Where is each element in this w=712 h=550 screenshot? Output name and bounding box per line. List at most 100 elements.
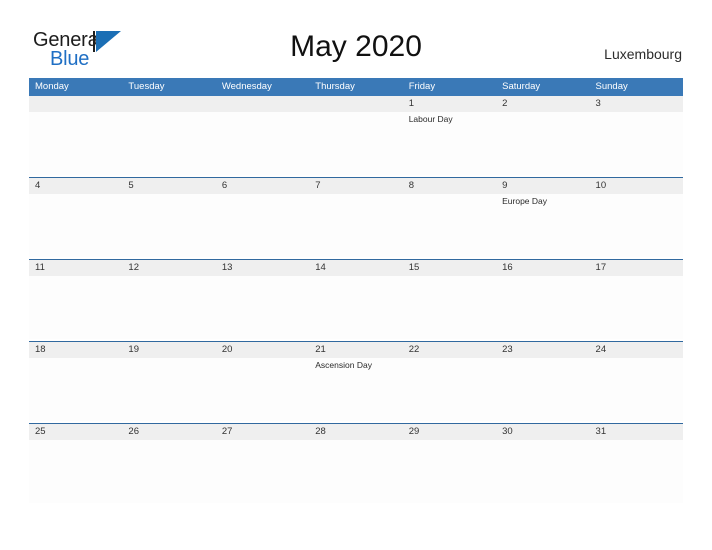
weekday-header-row: Monday Tuesday Wednesday Thursday Friday… bbox=[29, 78, 683, 96]
day-cell bbox=[309, 112, 402, 175]
calendar-week-row: 4 5 6 7 8 9 10 Europe Day bbox=[29, 177, 683, 259]
day-cell bbox=[29, 112, 122, 175]
day-cell[interactable] bbox=[216, 440, 309, 503]
day-number[interactable]: 19 bbox=[122, 342, 215, 358]
day-cell[interactable] bbox=[216, 358, 309, 421]
day-cell[interactable] bbox=[590, 112, 683, 175]
calendar-grid: Monday Tuesday Wednesday Thursday Friday… bbox=[29, 78, 683, 505]
day-number[interactable]: 15 bbox=[403, 260, 496, 276]
day-number[interactable]: 17 bbox=[590, 260, 683, 276]
day-cell[interactable] bbox=[403, 276, 496, 339]
holiday-event-label: Europe Day bbox=[502, 196, 547, 206]
day-cell[interactable] bbox=[122, 358, 215, 421]
day-cell bbox=[122, 112, 215, 175]
calendar-weeks: 1 2 3 Labour Day 4 5 6 7 8 9 10 Europe Day 11 12 13 14 1… bbox=[29, 96, 683, 505]
holiday-event-label: Ascension Day bbox=[315, 360, 372, 370]
day-number[interactable]: 10 bbox=[590, 178, 683, 194]
weekday-header-tuesday: Tuesday bbox=[128, 81, 165, 92]
day-cell bbox=[216, 112, 309, 175]
day-number[interactable]: 13 bbox=[216, 260, 309, 276]
page-header: General Blue May 2020 Luxembourg bbox=[0, 0, 712, 76]
weekday-header-thursday: Thursday bbox=[315, 81, 355, 92]
day-number[interactable]: 6 bbox=[216, 178, 309, 194]
day-number[interactable]: 31 bbox=[590, 424, 683, 440]
calendar-body-band bbox=[29, 440, 683, 503]
day-number[interactable]: 22 bbox=[403, 342, 496, 358]
day-number[interactable]: 9 bbox=[496, 178, 589, 194]
day-number[interactable]: 29 bbox=[403, 424, 496, 440]
day-number-empty bbox=[309, 96, 403, 112]
day-cell[interactable] bbox=[29, 276, 122, 339]
day-cell[interactable] bbox=[309, 194, 402, 257]
calendar-week-row: 18 19 20 21 22 23 24 Ascension Day bbox=[29, 341, 683, 423]
day-number-empty bbox=[122, 96, 216, 112]
day-number[interactable]: 12 bbox=[122, 260, 215, 276]
day-cell[interactable] bbox=[216, 276, 309, 339]
day-cell[interactable] bbox=[403, 440, 496, 503]
day-cell[interactable] bbox=[590, 358, 683, 421]
day-cell[interactable] bbox=[403, 358, 496, 421]
day-number[interactable]: 20 bbox=[216, 342, 309, 358]
day-number[interactable]: 3 bbox=[590, 96, 683, 112]
day-number[interactable]: 26 bbox=[122, 424, 215, 440]
day-number[interactable]: 24 bbox=[590, 342, 683, 358]
calendar-week-row: 1 2 3 Labour Day bbox=[29, 96, 683, 177]
day-cell[interactable] bbox=[122, 276, 215, 339]
weekday-header-saturday: Saturday bbox=[502, 81, 541, 92]
day-number[interactable]: 25 bbox=[29, 424, 122, 440]
day-number[interactable]: 27 bbox=[216, 424, 309, 440]
day-cell[interactable] bbox=[496, 276, 589, 339]
day-number[interactable]: 8 bbox=[403, 178, 496, 194]
day-number[interactable]: 23 bbox=[496, 342, 589, 358]
holiday-event-label: Labour Day bbox=[408, 114, 453, 124]
day-cell[interactable] bbox=[496, 112, 589, 175]
weekday-header-monday: Monday bbox=[35, 81, 69, 92]
day-number[interactable]: 5 bbox=[122, 178, 215, 194]
day-number[interactable]: 30 bbox=[496, 424, 589, 440]
day-cell[interactable] bbox=[590, 194, 683, 257]
day-cell[interactable] bbox=[29, 440, 122, 503]
day-cell[interactable] bbox=[122, 440, 215, 503]
day-cell[interactable] bbox=[590, 276, 683, 339]
day-number-empty bbox=[29, 96, 123, 112]
day-cell[interactable] bbox=[403, 194, 496, 257]
day-cell[interactable] bbox=[590, 440, 683, 503]
day-cell[interactable] bbox=[122, 194, 215, 257]
day-number[interactable]: 16 bbox=[496, 260, 589, 276]
country-label: Luxembourg bbox=[604, 46, 682, 62]
calendar-date-band: 4 5 6 7 8 9 10 bbox=[29, 178, 683, 194]
weekday-header-sunday: Sunday bbox=[595, 81, 628, 92]
day-cell[interactable] bbox=[496, 358, 589, 421]
calendar-date-band: 25 26 27 28 29 30 31 bbox=[29, 424, 683, 440]
day-number[interactable]: 4 bbox=[29, 178, 122, 194]
day-number[interactable]: 11 bbox=[29, 260, 122, 276]
calendar-date-band: 11 12 13 14 15 16 17 bbox=[29, 260, 683, 276]
day-cell[interactable] bbox=[309, 440, 402, 503]
day-cell[interactable] bbox=[216, 194, 309, 257]
calendar-page: General Blue May 2020 Luxembourg Monday … bbox=[0, 0, 712, 550]
day-number[interactable]: 21 bbox=[309, 342, 402, 358]
day-number[interactable]: 2 bbox=[496, 96, 589, 112]
day-number[interactable]: 1 bbox=[403, 96, 496, 112]
calendar-week-row: 11 12 13 14 15 16 17 bbox=[29, 259, 683, 341]
day-number-empty bbox=[215, 96, 310, 112]
calendar-body-band bbox=[29, 276, 683, 339]
calendar-week-row: 25 26 27 28 29 30 31 bbox=[29, 423, 683, 505]
day-number[interactable]: 18 bbox=[29, 342, 122, 358]
day-cell[interactable]: Europe Day bbox=[496, 194, 589, 257]
day-cell[interactable] bbox=[29, 358, 122, 421]
weekday-header-wednesday: Wednesday bbox=[221, 81, 272, 92]
day-number[interactable]: 7 bbox=[309, 178, 402, 194]
calendar-body-band: Europe Day bbox=[29, 194, 683, 257]
day-cell[interactable]: Ascension Day bbox=[309, 358, 402, 421]
day-cell[interactable] bbox=[29, 194, 122, 257]
day-number[interactable]: 14 bbox=[309, 260, 402, 276]
day-number[interactable]: 28 bbox=[309, 424, 402, 440]
calendar-date-band: 123 bbox=[29, 96, 683, 112]
day-cell[interactable]: Labour Day bbox=[403, 112, 496, 175]
calendar-body-band: Ascension Day bbox=[29, 358, 683, 421]
weekday-header-friday: Friday bbox=[408, 81, 436, 92]
day-cell[interactable] bbox=[309, 276, 402, 339]
day-cell[interactable] bbox=[496, 440, 589, 503]
calendar-date-band: 18 19 20 21 22 23 24 bbox=[29, 342, 683, 358]
